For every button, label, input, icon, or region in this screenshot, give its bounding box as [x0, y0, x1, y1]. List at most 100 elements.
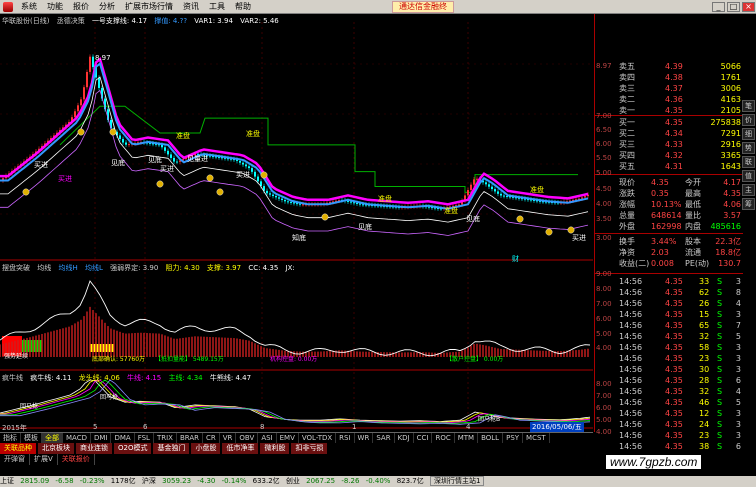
sector-tab[interactable]: 低市净率	[222, 443, 259, 454]
side-tab[interactable]: 细	[742, 128, 755, 140]
stat-row[interactable]: 涨跌 0.35 最高 4.35	[595, 188, 743, 199]
indicator1-mah: 均线H	[58, 264, 78, 272]
indicator-tab[interactable]: WR	[355, 433, 374, 443]
buy-row[interactable]: 买一 4.35 275838	[595, 117, 743, 128]
indicator-tab[interactable]: CR	[203, 433, 220, 443]
trade-row[interactable]: 14:56 4.35 62 S 8	[595, 287, 743, 298]
side-tab[interactable]: 联	[742, 156, 755, 168]
buy-row[interactable]: 买五 4.31 1643	[595, 161, 743, 172]
trade-row[interactable]: 14:56 4.35 58 S 3	[595, 342, 743, 353]
menu-analysis[interactable]: 分析	[94, 1, 120, 12]
indicator-tab[interactable]: SAR	[373, 433, 395, 443]
trade-row[interactable]: 14:56 4.35 26 S 4	[595, 298, 743, 309]
feed-status[interactable]: 深圳行情主站1	[429, 476, 485, 486]
indicator-tab[interactable]: RSI	[336, 433, 355, 443]
buy-row[interactable]: 买三 4.33 2916	[595, 139, 743, 150]
indicator-tab[interactable]: TRIX	[154, 433, 177, 443]
maximize-button[interactable]: □	[727, 2, 740, 12]
indicator-tab[interactable]: 全部	[42, 433, 63, 443]
indicator-tab[interactable]: VR	[220, 433, 237, 443]
minimize-button[interactable]: _	[712, 2, 725, 12]
menu-extended-market[interactable]: 扩展市场行情	[120, 1, 178, 12]
promo-banner[interactable]: 通达信金融终	[392, 1, 454, 13]
indicator-tab[interactable]: BOLL	[478, 433, 504, 443]
indicator-tab[interactable]: VOL-TDX	[299, 433, 337, 443]
side-tab[interactable]: 筹	[742, 198, 755, 210]
indicator-name[interactable]: 丞德决策	[57, 17, 85, 25]
trade-row[interactable]: 14:56 4.35 65 S 7	[595, 320, 743, 331]
trade-row[interactable]: 14:56 4.35 28 S 6	[595, 375, 743, 386]
indicator-tab[interactable]: MCST	[523, 433, 550, 443]
sell-row[interactable]: 卖四 4.38 1761	[595, 72, 743, 83]
indicator-tab[interactable]: ASI	[258, 433, 277, 443]
sector-tab[interactable]: 微利股	[260, 443, 290, 454]
stat-row[interactable]: 净资 2.03 流通 18.8亿	[595, 247, 743, 258]
trade-row[interactable]: 14:56 4.35 23 S 3	[595, 353, 743, 364]
menu-function[interactable]: 功能	[42, 1, 68, 12]
trade-row[interactable]: 14:56 4.35 15 S 3	[595, 309, 743, 320]
indicator2-name[interactable]: 疯牛线	[2, 374, 23, 382]
indicator1-name[interactable]: 摆盘突破	[2, 264, 30, 272]
indicator-tab[interactable]: OBV	[236, 433, 259, 443]
indicator-tab[interactable]: DMI	[91, 433, 112, 443]
stat-row[interactable]: 外盘 162998 内盘 485616	[595, 221, 743, 232]
trade-row[interactable]: 14:56 4.35 33 S 3	[595, 276, 743, 287]
menu-tools[interactable]: 工具	[204, 1, 230, 12]
stat-row[interactable]: 换手 3.44% 股本 22.3亿	[595, 236, 743, 247]
side-tab[interactable]: 笔	[742, 100, 755, 112]
chart-canvas[interactable]	[0, 14, 593, 432]
sell-row[interactable]: 卖三 4.37 3006	[595, 83, 743, 94]
indicator-tab[interactable]: PSY	[503, 433, 524, 443]
sell-row[interactable]: 卖二 4.36 4163	[595, 94, 743, 105]
stat-row[interactable]: 现价 4.35 今开 4.17	[595, 177, 743, 188]
indicator-tab[interactable]: KDJ	[395, 433, 414, 443]
indicator-tab[interactable]: EMV	[277, 433, 299, 443]
sector-tab[interactable]: 关联品种	[0, 443, 36, 454]
stat-row[interactable]: 总量 648614 量比 3.57	[595, 210, 743, 221]
extra-tab[interactable]: 扩展V	[30, 454, 58, 465]
close-button[interactable]: ×	[742, 2, 755, 12]
quote-separator	[595, 273, 743, 274]
sector-tab[interactable]: O2O模式	[114, 443, 152, 454]
indicator-tab[interactable]: BRAR	[177, 433, 203, 443]
sell-row[interactable]: 卖五 4.39 5066	[595, 61, 743, 72]
menu-system[interactable]: 系统	[16, 1, 42, 12]
indicator-tab[interactable]: CCI	[414, 433, 433, 443]
stat-row[interactable]: 涨幅 10.13% 最低 4.06	[595, 199, 743, 210]
menu-help[interactable]: 帮助	[230, 1, 256, 12]
extra-tab[interactable]: 关联报价	[58, 454, 95, 465]
side-tab[interactable]: 势	[742, 142, 755, 154]
indicator-tab[interactable]: 指标	[0, 433, 21, 443]
indicator-tab[interactable]: DMA	[111, 433, 135, 443]
stat-value: 130.7	[718, 259, 741, 268]
side-tab[interactable]: 值	[742, 170, 755, 182]
trade-row[interactable]: 14:56 4.35 46 S 5	[595, 397, 743, 408]
side-tab[interactable]: 主	[742, 184, 755, 196]
menu-quote[interactable]: 报价	[68, 1, 94, 12]
menu-info[interactable]: 资讯	[178, 1, 204, 12]
trade-row[interactable]: 14:56 4.35 30 S 3	[595, 364, 743, 375]
trade-row[interactable]: 14:56 4.35 12 S 3	[595, 408, 743, 419]
sector-tab[interactable]: 商业连锁	[76, 443, 112, 454]
trade-row[interactable]: 14:56 4.35 32 S 4	[595, 386, 743, 397]
trade-row[interactable]: 14:56 4.35 32 S 5	[595, 331, 743, 342]
buy-row[interactable]: 买二 4.34 7291	[595, 128, 743, 139]
indicator-tab[interactable]: MACD	[63, 433, 91, 443]
side-tab[interactable]: 价	[742, 114, 755, 126]
finance-tag[interactable]: 财	[512, 254, 519, 264]
indicator-tab[interactable]: MTM	[455, 433, 479, 443]
indicator-tab[interactable]: FSL	[135, 433, 154, 443]
chart-area[interactable]: 华联股份(日线) 丞德决策 一号支撑线: 4.17 撑值: 4.?? VAR1:…	[0, 14, 593, 432]
trade-row[interactable]: 14:56 4.35 38 S 6	[595, 441, 743, 452]
sector-tab[interactable]: 基金独门	[153, 443, 190, 454]
sector-tab[interactable]: 小盘股	[191, 443, 221, 454]
indicator-tab[interactable]: 模板	[21, 433, 42, 443]
stat-row[interactable]: 收益(二) 0.008 PE(动) 130.7	[595, 258, 743, 269]
indicator-tab[interactable]: ROC	[432, 433, 455, 443]
buy-row[interactable]: 买四 4.32 3365	[595, 150, 743, 161]
sector-tab[interactable]: 扣非亏损	[291, 443, 328, 454]
trade-row[interactable]: 14:56 4.35 24 S 3	[595, 419, 743, 430]
trade-row[interactable]: 14:56 4.35 23 S 3	[595, 430, 743, 441]
extra-tab[interactable]: 开弹窗	[0, 454, 30, 465]
sector-tab[interactable]: 北京板块	[38, 443, 74, 454]
